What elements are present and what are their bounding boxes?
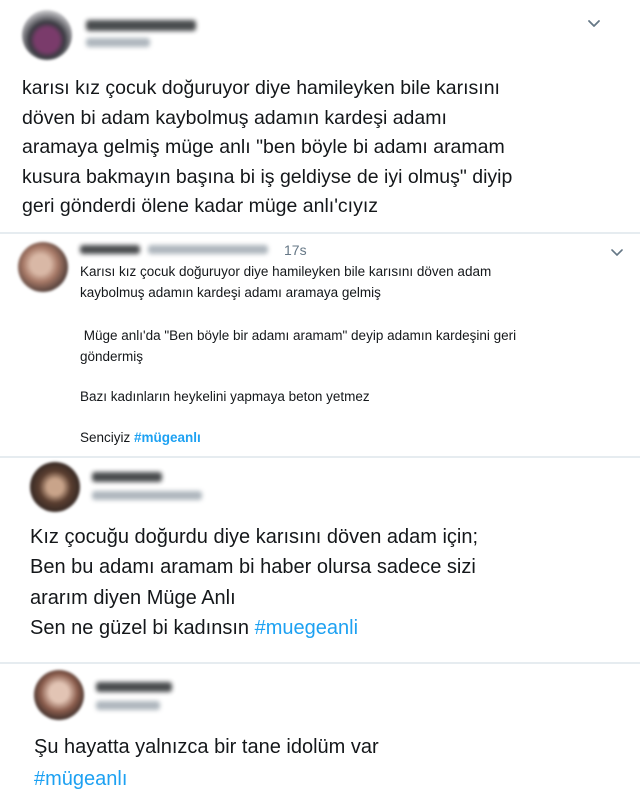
tweet-text-line: göndermiş — [80, 349, 144, 364]
tweet-3: Kız çocuğu doğurdu diye karısını döven a… — [0, 458, 640, 662]
blurred-username — [96, 701, 160, 710]
tweet-text-line: kaybolmuş adamın kardeşi adamı aramaya g… — [80, 285, 381, 300]
hashtag-link[interactable]: #mügeanlı — [134, 430, 201, 445]
tweet-text-line: Şu hayatta yalnızca bir tane idolüm var — [34, 736, 379, 758]
avatar[interactable] — [30, 462, 80, 512]
blurred-username — [148, 245, 268, 254]
tweet-text-line: Kız çocuğu doğurdu diye karısını döven a… — [30, 526, 479, 548]
blurred-display-name — [80, 245, 140, 254]
blurred-display-name — [92, 472, 162, 482]
tweet-text: karısı kız çocuk doğuruyor diye hamileyk… — [22, 77, 513, 218]
avatar[interactable] — [18, 242, 68, 292]
tweet-text-line: Sen ne güzel bi kadınsın #muegeanli — [30, 617, 358, 640]
blurred-username — [92, 491, 202, 500]
tweet-text: Senciyiz — [80, 430, 135, 445]
hashtag-link[interactable]: #muegeanli — [255, 617, 358, 639]
tweet-text-line: Senciyiz #mügeanlı — [80, 430, 201, 445]
tweet-time[interactable]: 17s — [284, 242, 307, 258]
tweet-text-line: Müge anlı'da "Ben böyle bir adamı aramam… — [80, 328, 517, 343]
tweet-1: karısı kız çocuk doğuruyor diye hamileyk… — [0, 0, 640, 232]
avatar[interactable] — [22, 10, 72, 60]
blurred-display-name — [96, 682, 172, 692]
tweet-text: Sen ne güzel bi kadınsın — [30, 617, 255, 639]
chevron-down-icon[interactable] — [585, 14, 603, 32]
avatar[interactable] — [34, 670, 84, 720]
tweet-2: 17s Karısı kız çocuk doğuruyor diye hami… — [0, 234, 640, 456]
tweet-text-line: ararım diyen Müge Anlı — [30, 587, 236, 609]
blurred-display-name — [86, 20, 196, 31]
tweet-text-line: Ben bu adamı aramam bi haber olursa sade… — [30, 556, 476, 578]
hashtag-link[interactable]: #mügeanlı — [34, 768, 127, 791]
tweet-text-line: Karısı kız çocuk doğuruyor diye hamileyk… — [80, 264, 492, 279]
tweet-4: Şu hayatta yalnızca bir tane idolüm var … — [0, 664, 640, 800]
blurred-username — [86, 38, 150, 47]
chevron-down-icon[interactable] — [608, 243, 626, 261]
tweet-text-line: Bazı kadınların heykelini yapmaya beton … — [80, 389, 370, 404]
